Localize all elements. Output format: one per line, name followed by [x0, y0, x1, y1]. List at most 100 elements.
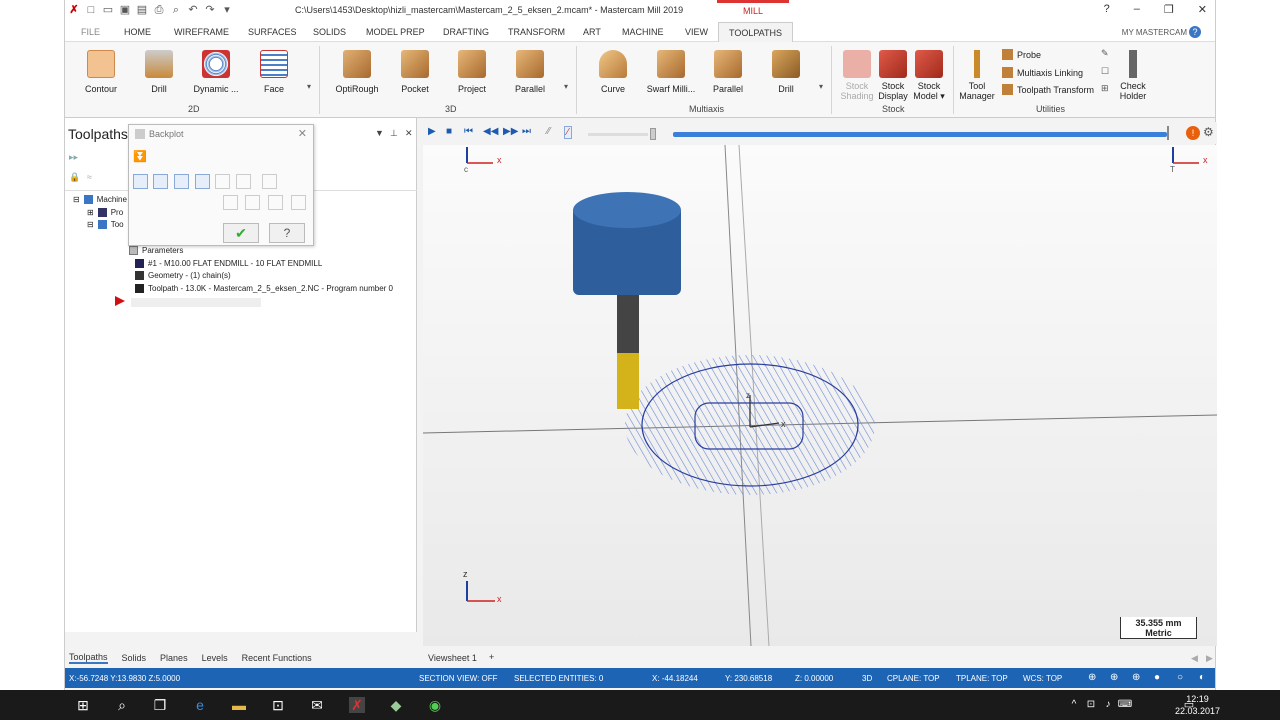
- mastercam-taskbar-icon[interactable]: ✗: [349, 697, 365, 713]
- network-icon[interactable]: ⊡: [1083, 697, 1099, 713]
- search-icon[interactable]: ⌕: [114, 697, 130, 713]
- pocket-button[interactable]: Pocket: [385, 50, 445, 94]
- store-icon[interactable]: ⊡: [270, 697, 286, 713]
- insert-arrow-icon[interactable]: [115, 296, 125, 306]
- display-holder-icon[interactable]: [174, 174, 189, 189]
- display-axes-icon[interactable]: [236, 174, 251, 189]
- tab-toolpaths-manager[interactable]: Toolpaths: [69, 652, 108, 664]
- redo-icon[interactable]: ↷: [203, 3, 217, 17]
- keyboard-icon[interactable]: ⌨: [1117, 697, 1133, 713]
- dynamic-button[interactable]: Dynamic ...: [186, 50, 246, 94]
- step-forward-icon[interactable]: ▶▶: [503, 126, 518, 137]
- toggle-display-icon[interactable]: ≈: [87, 172, 92, 182]
- position-slider[interactable]: [673, 132, 1167, 137]
- tab-machine[interactable]: MACHINE: [622, 27, 664, 37]
- info-icon[interactable]: [262, 174, 277, 189]
- save-icon[interactable]: ▣: [118, 3, 132, 17]
- print-preview-icon[interactable]: ⌕: [169, 3, 183, 17]
- tab-levels-manager[interactable]: Levels: [202, 653, 228, 663]
- stock-model-button[interactable]: Stock Model ▾: [905, 50, 953, 102]
- rewind-start-icon[interactable]: ⏮: [464, 126, 473, 137]
- tab-model-prep[interactable]: MODEL PREP: [366, 27, 425, 37]
- app-taskbar-icon-2[interactable]: ◉: [427, 697, 443, 713]
- optirough-button[interactable]: OptiRough: [327, 50, 387, 94]
- position-slider-end[interactable]: [1167, 126, 1169, 140]
- tab-home[interactable]: HOME: [124, 27, 151, 37]
- restore-icon[interactable]: ❐: [1164, 3, 1174, 16]
- expand-multiaxis-icon[interactable]: ▾: [819, 82, 823, 91]
- undo-icon[interactable]: ↶: [186, 3, 200, 17]
- panel-dropdown-icon[interactable]: ▼: [375, 128, 384, 138]
- display-entity-icon[interactable]: [215, 174, 230, 189]
- tab-planes-manager[interactable]: Planes: [160, 653, 188, 663]
- tab-transform[interactable]: TRANSFORM: [508, 27, 565, 37]
- tab-recent-functions[interactable]: Recent Functions: [242, 653, 312, 663]
- tree-parameters[interactable]: Parameters: [129, 246, 183, 255]
- panel-pin-icon[interactable]: ⊥: [390, 128, 398, 139]
- speed-slider[interactable]: [588, 133, 648, 136]
- display-rapid-icon[interactable]: [195, 174, 210, 189]
- tree-machine-group[interactable]: ⊟ Machine: [73, 195, 127, 204]
- drill-2d-button[interactable]: Drill: [129, 50, 189, 94]
- swarf-milling-button[interactable]: Swarf Milli...: [641, 50, 701, 94]
- option-icon-1[interactable]: [223, 195, 238, 210]
- ok-button[interactable]: ✔: [223, 223, 259, 243]
- tool-manager-button[interactable]: Tool Manager: [953, 50, 1001, 101]
- tray-chevron-icon[interactable]: ^: [1066, 697, 1082, 713]
- open-file-icon[interactable]: ▭: [101, 3, 115, 17]
- print-icon[interactable]: ⎙: [152, 3, 166, 17]
- expand-2d-icon[interactable]: ▾: [307, 82, 311, 91]
- contour-button[interactable]: Contour: [71, 50, 131, 94]
- tab-file[interactable]: FILE: [81, 27, 100, 37]
- translucency-icon[interactable]: ◐: [1199, 672, 1205, 683]
- lock-icon[interactable]: 🔒: [69, 172, 80, 183]
- globe-icon-2[interactable]: ⊕: [1110, 672, 1118, 683]
- forward-end-icon[interactable]: ⏭: [522, 126, 531, 137]
- notifications-icon[interactable]: ▭: [1181, 697, 1197, 713]
- camera-icon[interactable]: [268, 195, 283, 210]
- windows-start-icon[interactable]: ⊞: [75, 697, 91, 713]
- parallel-multiaxis-button[interactable]: Parallel: [698, 50, 758, 94]
- tab-toolpaths[interactable]: TOOLPATHS: [718, 22, 794, 43]
- y-coord[interactable]: Y: 230.68518: [725, 674, 772, 683]
- stop-icon[interactable]: ■: [446, 126, 452, 137]
- tool-display-icon[interactable]: ⁄: [564, 126, 572, 139]
- stop-conditions-icon[interactable]: !: [1186, 126, 1200, 140]
- tree-toolpath[interactable]: Toolpath - 13.0K - Mastercam_2_5_eksen_2…: [135, 284, 393, 293]
- my-mastercam-link[interactable]: MY MASTERCAM: [1122, 28, 1187, 37]
- volume-icon[interactable]: ♪: [1100, 697, 1116, 713]
- add-viewsheet-button[interactable]: +: [489, 652, 494, 662]
- help-icon[interactable]: ?: [1189, 26, 1201, 38]
- check-holder-button[interactable]: Check Holder: [1109, 50, 1157, 101]
- scroll-right-icon[interactable]: ▶: [1206, 653, 1213, 664]
- panel-close-icon[interactable]: ✕: [405, 128, 413, 139]
- close-icon[interactable]: ✕: [1198, 3, 1207, 16]
- tree-geometry[interactable]: Geometry - (1) chain(s): [135, 271, 231, 280]
- play-icon[interactable]: ▶: [428, 126, 436, 137]
- edge-browser-icon[interactable]: e: [192, 697, 208, 713]
- tree-toolpath-group[interactable]: ⊟ Too: [87, 220, 124, 229]
- settings-gear-icon[interactable]: ⚙: [1203, 125, 1214, 139]
- backplot-close-icon[interactable]: ✕: [298, 127, 307, 140]
- toolpath-transform-button[interactable]: Toolpath Transform: [1002, 84, 1094, 95]
- trail-icon[interactable]: ⁄⁄: [547, 126, 550, 137]
- cplane-status[interactable]: CPLANE: TOP: [887, 674, 940, 683]
- new-file-icon[interactable]: □: [84, 3, 98, 17]
- wireframe-icon[interactable]: ○: [1177, 672, 1183, 683]
- viewsheet-1-tab[interactable]: Viewsheet 1: [428, 653, 477, 663]
- scroll-left-icon[interactable]: ◀: [1191, 653, 1198, 664]
- display-path-icon[interactable]: [133, 174, 148, 189]
- tplane-status[interactable]: TPLANE: TOP: [956, 674, 1008, 683]
- minimize-icon[interactable]: –: [1134, 3, 1140, 16]
- save-as-icon[interactable]: ▤: [135, 3, 149, 17]
- option-icon-2[interactable]: [245, 195, 260, 210]
- wcs-status[interactable]: WCS: TOP: [1023, 674, 1062, 683]
- utility-icon-3[interactable]: ⊞: [1101, 83, 1109, 94]
- speed-slider-thumb[interactable]: [650, 128, 656, 140]
- expand-3d-icon[interactable]: ▾: [564, 82, 568, 91]
- tab-surfaces[interactable]: SURFACES: [248, 27, 297, 37]
- display-tool-icon[interactable]: [153, 174, 168, 189]
- step-back-icon[interactable]: ◀◀: [483, 126, 498, 137]
- help-question-icon[interactable]: ?: [1104, 3, 1110, 16]
- select-all-icon[interactable]: ▸▸: [69, 152, 78, 163]
